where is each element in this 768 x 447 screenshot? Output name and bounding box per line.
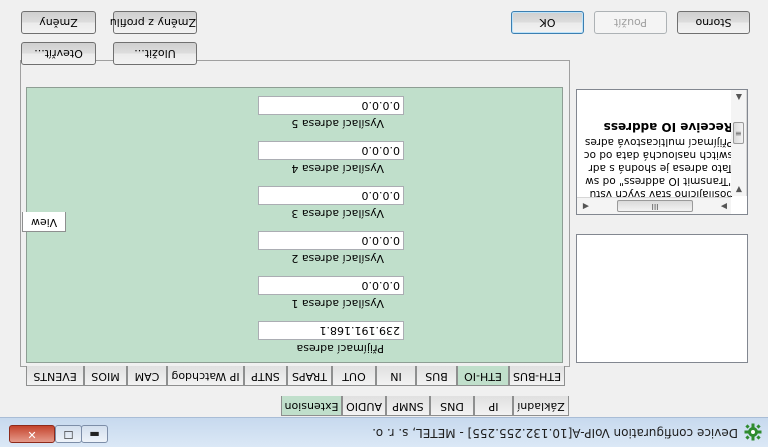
apply-button[interactable]: Použít bbox=[594, 11, 667, 34]
changes-from-profile-button[interactable]: Změny z profilu bbox=[110, 11, 197, 34]
tab-zakladni[interactable]: Základní bbox=[513, 396, 569, 416]
help-title: Receive IO address bbox=[603, 120, 733, 134]
tab-in[interactable]: IN bbox=[376, 366, 416, 386]
tab-out[interactable]: OUT bbox=[332, 366, 376, 386]
tab-view[interactable]: View bbox=[22, 212, 66, 232]
tab-events[interactable]: EVENTS bbox=[26, 366, 84, 386]
ok-button[interactable]: OK bbox=[511, 11, 584, 34]
grip-icon: ≡ bbox=[735, 129, 742, 138]
scroll-up-arrow-icon[interactable]: ▲ bbox=[736, 93, 742, 102]
tab-ip-watchdog[interactable]: IP Watchdog bbox=[167, 366, 244, 386]
receive-address-label: Přijímací adresa bbox=[296, 342, 384, 355]
scroll-down-arrow-icon[interactable]: ▼ bbox=[736, 185, 742, 194]
tab-bus[interactable]: BUS bbox=[416, 366, 457, 386]
maximize-button[interactable]: ☐ bbox=[55, 425, 82, 443]
tab-audio[interactable]: AUDIO bbox=[342, 396, 386, 416]
window-title: Device configuration VoIP-A[10.132.255.2… bbox=[372, 426, 738, 440]
send-address-3-input[interactable] bbox=[258, 186, 404, 205]
title-bar: Device configuration VoIP-A[10.132.255.2… bbox=[0, 417, 768, 447]
help-vertical-scroll-thumb[interactable]: ≡ bbox=[733, 122, 744, 144]
save-button[interactable]: Uložit... bbox=[113, 42, 197, 65]
minimize-button[interactable]: ▬ bbox=[81, 425, 108, 443]
grip-icon: III bbox=[651, 202, 659, 211]
receive-address-input[interactable] bbox=[258, 321, 404, 340]
tab-cam[interactable]: CAM bbox=[127, 366, 167, 386]
send-address-1-label: Vysílací adresa 1 bbox=[291, 297, 384, 310]
tab-snmp[interactable]: SNMP bbox=[386, 396, 430, 416]
send-address-3-label: Vysílací adresa 3 bbox=[291, 207, 384, 220]
tab-traps[interactable]: TRAPS bbox=[287, 366, 332, 386]
tab-eth-io[interactable]: ETH-IO bbox=[457, 366, 509, 386]
help-vertical-scrollbar[interactable]: ▼ ≡ ▲ bbox=[731, 89, 747, 196]
minimize-icon: ▬ bbox=[89, 428, 100, 441]
help-line: "Transmit IO address" od sw bbox=[585, 175, 733, 187]
tab-eth-bus[interactable]: ETH-BUS bbox=[509, 366, 565, 386]
scroll-left-arrow-icon[interactable]: ◀ bbox=[583, 202, 589, 211]
tab-mios[interactable]: MIOS bbox=[84, 366, 127, 386]
changes-button[interactable]: Změny bbox=[21, 11, 96, 34]
tab-dns[interactable]: DNS bbox=[430, 396, 474, 416]
tab-extension[interactable]: Extension bbox=[281, 396, 342, 416]
send-address-2-input[interactable] bbox=[258, 231, 404, 250]
storno-button[interactable]: Storno bbox=[677, 11, 750, 34]
send-address-4-input[interactable] bbox=[258, 141, 404, 160]
send-address-2-label: Vysílací adresa 2 bbox=[291, 252, 384, 265]
scroll-right-arrow-icon[interactable]: ▶ bbox=[721, 202, 727, 211]
help-horizontal-scrollbar[interactable]: ▶ III ◀ bbox=[577, 197, 731, 214]
help-panel: posílajícího stav svých vstu "Transmit I… bbox=[576, 89, 748, 215]
help-line: Tato adresa je shodná s adr bbox=[588, 162, 733, 174]
help-line: Přijímací multicastová adres bbox=[584, 136, 733, 148]
eth-io-panel: Přijímací adresa Vysílací adresa 1 Vysíl… bbox=[26, 87, 563, 363]
send-address-5-input[interactable] bbox=[258, 96, 404, 115]
send-address-1-input[interactable] bbox=[258, 276, 404, 295]
send-address-5-label: Vysílací adresa 5 bbox=[291, 117, 384, 130]
close-icon: ✕ bbox=[27, 428, 37, 441]
close-button[interactable]: ✕ bbox=[9, 425, 55, 443]
tab-sntp[interactable]: SNTP bbox=[244, 366, 287, 386]
send-address-4-label: Vysílací adresa 4 bbox=[291, 162, 384, 175]
open-button[interactable]: Otevřít... bbox=[21, 42, 96, 65]
item-list-box[interactable] bbox=[576, 234, 748, 363]
help-line: switch naslouchá data od oc bbox=[583, 149, 733, 161]
gear-icon bbox=[744, 423, 762, 441]
maximize-icon: ☐ bbox=[63, 428, 74, 441]
tab-ip[interactable]: IP bbox=[474, 396, 513, 416]
dialog-window: Device configuration VoIP-A[10.132.255.2… bbox=[0, 0, 768, 447]
help-horizontal-scroll-thumb[interactable]: III bbox=[617, 200, 693, 212]
